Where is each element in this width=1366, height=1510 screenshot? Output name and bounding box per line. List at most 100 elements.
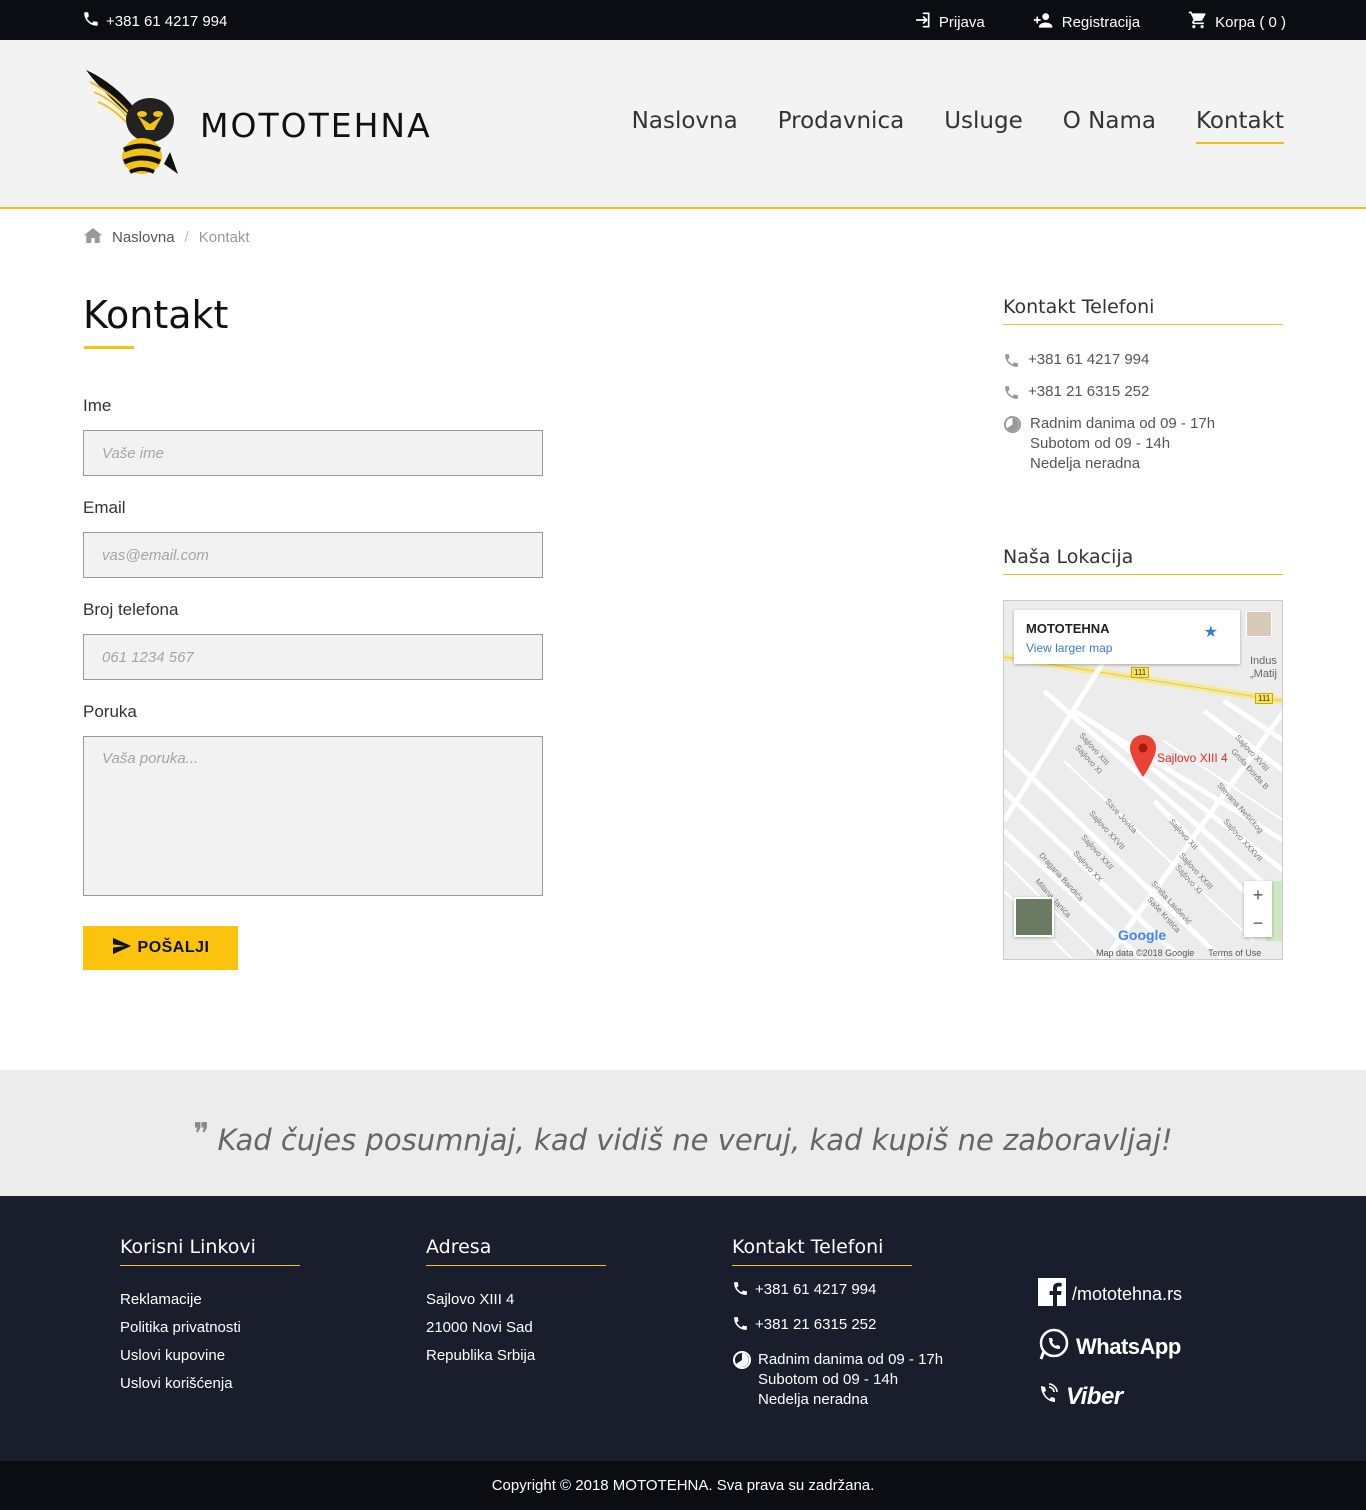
email-input[interactable] [83, 532, 543, 578]
sidebar-hours-saturday: Subotom od 09 - 14h [1030, 435, 1171, 452]
footer-link-uslovi-koriscenja[interactable]: Uslovi korišćenja [120, 1370, 300, 1398]
google-logo: Google [1118, 927, 1167, 943]
footer-phone-1-text: +381 61 4217 994 [755, 1281, 877, 1298]
facebook-handle: /mototehna.rs [1072, 1284, 1183, 1304]
sidebar-phone-1[interactable]: +381 61 4217 994 [1003, 350, 1149, 375]
clock-icon [732, 1350, 752, 1376]
title-underline [84, 346, 134, 349]
sidebar-hours: Radnim danima od 09 - 17h Subotom od 09 … [1003, 414, 1215, 474]
send-icon [112, 937, 132, 960]
message-textarea[interactable] [83, 736, 543, 896]
view-larger-map-link[interactable]: View larger map [1026, 641, 1112, 655]
message-label: Poruka [83, 702, 137, 721]
viber-icon [1038, 1382, 1060, 1411]
submit-label: POŠALJI [137, 939, 210, 956]
nav-item-prodavnica[interactable]: Prodavnica [778, 108, 905, 144]
topbar-phone[interactable]: +381 61 4217 994 [82, 10, 227, 32]
register-label: Registracija [1061, 13, 1141, 31]
viber-label: Viber [1066, 1382, 1123, 1410]
phone-input[interactable] [83, 634, 543, 680]
star-icon[interactable]: ★ [1204, 622, 1218, 642]
main-nav: Naslovna Prodavnica Usluge O Nama Kontak… [632, 108, 1284, 144]
site-footer: Korisni Linkovi Reklamacije Politika pri… [0, 1196, 1366, 1461]
sidebar-phone-2-text: +381 21 6315 252 [1028, 383, 1150, 400]
zoom-in-button[interactable]: + [1244, 881, 1272, 909]
cart-label: Korpa ( 0 ) [1215, 13, 1286, 31]
home-icon [83, 227, 103, 248]
brand-logo-link[interactable]: MOTOTEHNA [84, 68, 432, 183]
footer-address-title: Adresa [426, 1236, 606, 1266]
login-link[interactable]: Prijava [912, 10, 985, 34]
breadcrumb-separator: / [184, 229, 189, 246]
sidebar-phone-1-text: +381 61 4217 994 [1028, 351, 1150, 368]
map-attribution: Map data ©2018 Google Terms of Use [1096, 948, 1261, 958]
page-title: Kontakt [83, 293, 229, 337]
whatsapp-link[interactable]: WhatsApp [1038, 1328, 1181, 1365]
road-badge: 111 [1131, 667, 1150, 678]
login-icon [912, 10, 932, 34]
footer-phone-2-text: +381 21 6315 252 [755, 1316, 877, 1333]
breadcrumb: Naslovna / Kontakt [83, 227, 250, 248]
submit-button[interactable]: POŠALJI [83, 926, 238, 970]
clock-icon [1003, 414, 1022, 440]
topbar-phone-text: +381 61 4217 994 [106, 12, 228, 30]
footer-hours-weekday: Radnim danima od 09 - 17h [758, 1351, 944, 1368]
zoom-out-button[interactable]: − [1244, 909, 1272, 937]
phone-icon [1003, 382, 1020, 407]
register-link[interactable]: Registracija [1033, 10, 1140, 34]
footer-hours-sunday: Nedelja neradna [758, 1391, 869, 1408]
cart-link[interactable]: Korpa ( 0 ) [1188, 10, 1286, 34]
footer-link-reklamacije[interactable]: Reklamacije [120, 1286, 300, 1314]
map-data-text: Map data ©2018 Google [1096, 948, 1195, 958]
nav-item-usluge[interactable]: Usluge [944, 108, 1023, 144]
add-user-icon [1033, 11, 1055, 33]
footer-phone-2[interactable]: +381 21 6315 252 [732, 1315, 943, 1338]
phone-icon [732, 1315, 749, 1338]
breadcrumb-home[interactable]: Naslovna [112, 229, 175, 246]
nav-item-kontakt[interactable]: Kontakt [1195, 108, 1284, 144]
top-bar: +381 61 4217 994 Prijava Registracija Ko… [0, 0, 1366, 40]
avatar[interactable] [1246, 611, 1272, 637]
map-pin-icon [1130, 735, 1156, 782]
footer-hours: Radnim danima od 09 - 17h Subotom od 09 … [732, 1350, 943, 1410]
facebook-link[interactable]: /mototehna.rs [1038, 1278, 1182, 1311]
sidebar-location-title: Naša Lokacija [1003, 546, 1283, 575]
sidebar-phones-title: Kontakt Telefoni [1003, 296, 1283, 325]
phone-icon [732, 1280, 749, 1303]
hornet-logo-icon [84, 68, 180, 183]
footer-link-uslovi-kupovine[interactable]: Uslovi kupovine [120, 1342, 300, 1370]
footer-phones-column: Kontakt Telefoni +381 61 4217 994 +381 2… [732, 1236, 943, 1410]
poi-label: Indus „Matij [1250, 655, 1277, 680]
footer-phone-1[interactable]: +381 61 4217 994 [732, 1280, 943, 1303]
phone-label: Broj telefona [83, 600, 179, 619]
map-place-card: MOTOTEHNA View larger map ★ [1014, 610, 1240, 664]
viber-link[interactable]: Viber [1038, 1382, 1123, 1411]
location-map[interactable]: Sajlovo XIII Sajlovo XI Save Jovića Sajl… [1003, 600, 1283, 960]
login-label: Prijava [938, 13, 985, 31]
nav-item-o-nama[interactable]: O Nama [1063, 108, 1156, 144]
footer-links-title: Korisni Linkovi [120, 1236, 300, 1266]
sidebar-hours-sunday: Nedelja neradna [1030, 455, 1141, 472]
quote-mark-icon: ❞ [193, 1117, 210, 1152]
copyright-bar: Copyright © 2018 MOTOTEHNA. Sva prava su… [0, 1461, 1366, 1510]
footer-phones-title: Kontakt Telefoni [732, 1236, 912, 1266]
map-zoom-controls: + − [1244, 881, 1272, 937]
phone-icon [1003, 350, 1020, 375]
quote: ❞ Kad čujes posumnjaj, kad vidiš ne veruj… [0, 1117, 1366, 1157]
name-label: Ime [83, 396, 112, 415]
sidebar-hours-weekday: Radnim danima od 09 - 17h [1030, 415, 1216, 432]
map-pin-label: Sajlovo XIII 4 [1157, 751, 1228, 765]
nav-item-naslovna[interactable]: Naslovna [632, 108, 738, 144]
footer-link-politika[interactable]: Politika privatnosti [120, 1314, 300, 1342]
sidebar-phone-2[interactable]: +381 21 6315 252 [1003, 382, 1149, 407]
breadcrumb-current: Kontakt [198, 229, 250, 246]
name-input[interactable] [83, 430, 543, 476]
footer-address-column: Adresa Sajlovo XIII 4 21000 Novi Sad Rep… [426, 1236, 606, 1370]
whatsapp-label: WhatsApp [1076, 1333, 1181, 1359]
map-place-name: MOTOTEHNA [1026, 621, 1110, 636]
road-badge: 111 [1255, 693, 1274, 704]
terms-link[interactable]: Terms of Use [1208, 948, 1261, 958]
phone-icon [82, 10, 100, 32]
cart-icon [1188, 10, 1208, 34]
satellite-toggle[interactable] [1014, 897, 1054, 937]
